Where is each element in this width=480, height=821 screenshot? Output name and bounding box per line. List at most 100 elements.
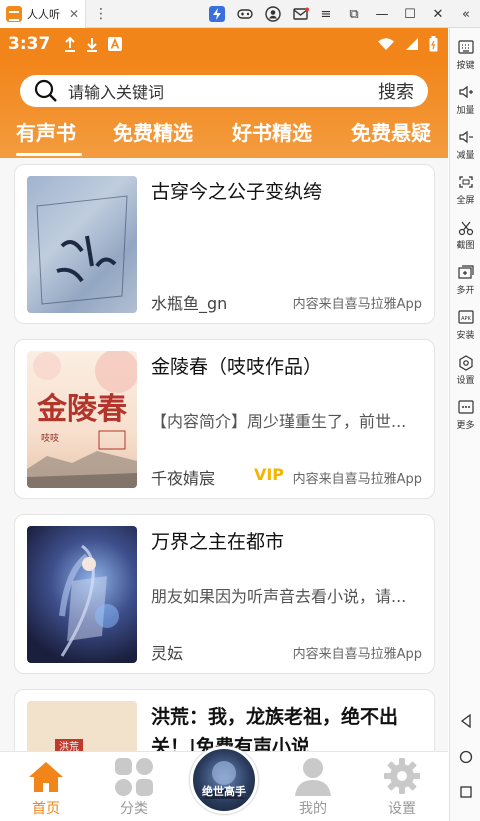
svg-text:APK: APK [461,316,471,322]
tab-free-picks[interactable]: 免费精选 [113,117,193,146]
category-icon [115,758,153,796]
nav-settings[interactable]: 设置 [362,752,442,821]
book-title: 万界之主在都市 [151,531,285,553]
bottom-navigation: 首页 分类 绝世高手 我的 设置 [0,746,448,821]
mail-icon[interactable] [287,0,315,28]
home-button[interactable] [450,750,480,764]
fullscreen-icon [458,176,473,188]
download-icon [86,36,98,52]
emulator-tab[interactable]: 人人听 ✕ [0,0,86,28]
nav-label: 分类 [120,801,148,817]
home-icon [29,762,63,792]
emulator-titlebar: 人人听 ✕ ⋮ ≡ ⧉ — ☐ ✕ « [0,0,480,28]
sidebar-item-multi-instance[interactable]: 多开 [450,265,480,296]
search-icon [34,79,57,102]
sidebar-item-install-apk[interactable]: APK 安装 [450,310,480,341]
book-cover [27,526,137,663]
category-tabs: 有声书 免费精选 好书精选 免费悬疑 [0,117,448,155]
back-button[interactable] [450,714,480,728]
sidebar-label: 安装 [456,331,475,341]
sidebar-label: 更多 [456,421,475,431]
gear-icon [384,758,420,794]
maximize-icon[interactable]: ☐ [396,0,424,28]
battery-icon [429,36,438,52]
multi-instance-icon [457,265,474,279]
status-time: 3:37 [8,34,51,54]
gamepad-icon[interactable] [231,0,259,28]
sidebar-item-volume-up[interactable]: 加量 [450,85,480,116]
sidebar-item-fullscreen[interactable]: 全屏 [450,175,480,206]
home-circle-icon [459,750,472,764]
book-card[interactable]: 万界之主在都市 朋友如果因为听声音去看小说，请... 灵妘 内容来自喜马拉雅Ap… [14,514,435,674]
cover-author-text: 吱吱 [41,432,59,444]
profile-icon [295,758,331,796]
app-header: 请输入关键词 搜索 有声书 免费精选 好书精选 免费悬疑 [0,60,448,158]
sidebar-label: 加量 [456,106,475,116]
book-card[interactable]: 金陵春 吱吱 金陵春（吱吱作品） 【内容简介】周少瑾重生了，前世... 千夜婧宸… [14,339,435,499]
sidebar-item-keyboard[interactable]: 按键 [450,40,480,71]
nav-label: 设置 [388,801,416,817]
book-description: 朋友如果因为听声音去看小说，请... [151,587,407,606]
book-title: 洪荒：我，龙族老祖，绝不出关！|免费有声小说 [151,706,399,751]
close-window-icon[interactable]: ✕ [424,0,452,28]
nav-category[interactable]: 分类 [94,752,174,821]
active-tab-indicator [16,153,82,156]
upload-icon [64,36,76,52]
multi-window-icon[interactable]: ⧉ [340,0,368,28]
lightning-icon[interactable] [203,0,231,28]
sidebar-label: 设置 [456,376,475,386]
signal-icon [405,37,419,51]
app-logo-icon [6,5,22,22]
search-bar[interactable]: 请输入关键词 搜索 [20,75,428,107]
collapse-sidebar-icon[interactable]: « [452,0,480,28]
cover-title-text: 洪荒 [59,741,79,751]
minimize-icon[interactable]: — [368,0,396,28]
scissors-icon [458,221,473,236]
book-author: 灵妘 [151,644,184,663]
book-list[interactable]: 古穿今之公子变纨绔 水瓶鱼_gn 内容来自喜马拉雅App 金陵春 吱吱 金陵春（… [0,158,448,751]
sidebar-item-volume-down[interactable]: 减量 [450,130,480,161]
nav-profile[interactable]: 我的 [273,752,353,821]
now-playing-disc[interactable]: 绝世高手 [190,746,258,814]
sidebar-item-more[interactable]: 更多 [450,400,480,431]
book-source: 内容来自喜马拉雅App [292,472,422,487]
search-button[interactable]: 搜索 [378,78,414,104]
tab-free-suspense[interactable]: 免费悬疑 [351,117,431,146]
wifi-icon [377,37,395,51]
app-screen: 3:37 请输入关键词 搜索 有声书 免费精选 好书精选 免费悬疑 古穿今之公子… [0,28,448,821]
keyboard-icon [457,40,474,54]
emulator-tab-title: 人人听 [27,7,60,21]
sidebar-label: 截图 [456,241,475,251]
sidebar-label: 全屏 [456,196,475,206]
close-tab-icon[interactable]: ✕ [69,8,79,20]
book-cover [27,176,137,313]
book-description: 【内容简介】周少瑾重生了，前世... [151,412,407,431]
tab-good-books[interactable]: 好书精选 [232,117,312,146]
search-input[interactable]: 请输入关键词 [68,79,378,103]
screen: 人人听 ✕ ⋮ ≡ ⧉ — ☐ ✕ « 按键 加量 减量 全屏 截图 多开 AP… [0,0,480,821]
book-source: 内容来自喜马拉雅App [292,647,422,662]
book-author: 水瓶鱼_gn [151,294,228,313]
nav-home[interactable]: 首页 [6,752,86,821]
disc-title-text: 绝世高手 [202,784,246,798]
apk-install-icon: APK [457,310,474,324]
recents-button[interactable] [450,785,480,799]
volume-down-icon [458,130,473,144]
sidebar-item-screenshot[interactable]: 截图 [450,220,480,251]
nav-label: 首页 [32,801,60,817]
book-title: 古穿今之公子变纨绔 [151,181,323,203]
cover-title-text: 金陵春 [36,392,127,427]
user-icon[interactable] [259,0,287,28]
sidebar-item-settings[interactable]: 设置 [450,355,480,386]
book-cover: 洪荒 [27,701,137,751]
emulator-sidebar: 按键 加量 减量 全屏 截图 多开 APK 安装 设置 更多 [449,28,480,821]
tab-audiobook[interactable]: 有声书 [16,117,76,146]
font-a-icon [108,37,123,51]
volume-up-icon [458,85,473,99]
hamburger-menu-icon[interactable]: ≡ [312,0,340,28]
book-card[interactable]: 洪荒 洪荒：我，龙族老祖，绝不出关！|免费有声小说 [14,689,435,751]
book-card[interactable]: 古穿今之公子变纨绔 水瓶鱼_gn 内容来自喜马拉雅App [14,164,435,324]
book-cover: 金陵春 吱吱 [27,351,137,488]
emulator-menu-icon[interactable]: ⋮ [94,7,108,21]
more-icon [457,400,474,414]
